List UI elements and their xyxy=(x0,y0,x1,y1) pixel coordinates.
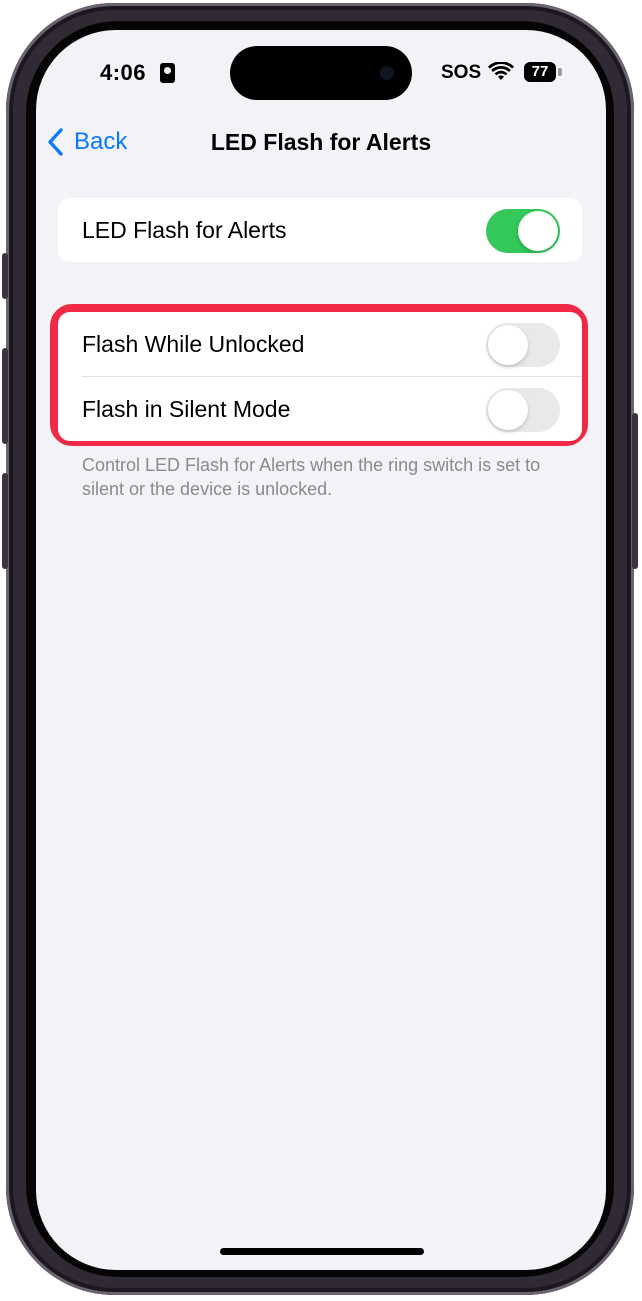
led-flash-label: LED Flash for Alerts xyxy=(82,216,287,243)
chevron-left-icon xyxy=(48,128,63,156)
flash-in-silent-mode-toggle[interactable] xyxy=(486,388,560,432)
action-button xyxy=(2,253,8,299)
status-bar: 4:06 SOS 77 xyxy=(36,60,606,90)
flash-while-unlocked-row: Flash While Unlocked xyxy=(58,312,582,376)
flash-in-silent-mode-label: Flash in Silent Mode xyxy=(82,395,291,422)
back-button[interactable]: Back xyxy=(46,122,127,162)
toggle-knob xyxy=(488,390,528,430)
battery-cap xyxy=(558,68,562,76)
volume-down-button xyxy=(2,473,8,569)
flash-while-unlocked-label: Flash While Unlocked xyxy=(82,330,305,357)
screen: 4:06 SOS 77 LED Flash for Alerts Back LE… xyxy=(36,30,606,1270)
led-flash-toggle[interactable] xyxy=(486,209,560,253)
battery-icon: 77 xyxy=(524,62,556,82)
focus-mode-icon xyxy=(160,63,175,83)
toggle-knob xyxy=(518,211,558,251)
flash-while-unlocked-toggle[interactable] xyxy=(486,323,560,367)
wifi-icon xyxy=(488,62,514,80)
back-label: Back xyxy=(74,128,128,155)
flash-in-silent-mode-row: Flash in Silent Mode xyxy=(82,376,582,441)
navigation-bar: LED Flash for Alerts Back xyxy=(36,122,606,162)
footer-note: Control LED Flash for Alerts when the ri… xyxy=(82,455,541,499)
toggle-knob xyxy=(488,325,528,365)
side-button xyxy=(632,413,638,569)
led-flash-row: LED Flash for Alerts xyxy=(58,198,582,262)
main-setting-group: LED Flash for Alerts xyxy=(58,198,582,262)
options-setting-group: Flash While Unlocked Flash in Silent Mod… xyxy=(58,312,582,441)
home-indicator[interactable] xyxy=(220,1248,424,1255)
carrier-status: SOS xyxy=(441,62,482,83)
volume-up-button xyxy=(2,348,8,444)
status-time: 4:06 xyxy=(100,60,147,85)
